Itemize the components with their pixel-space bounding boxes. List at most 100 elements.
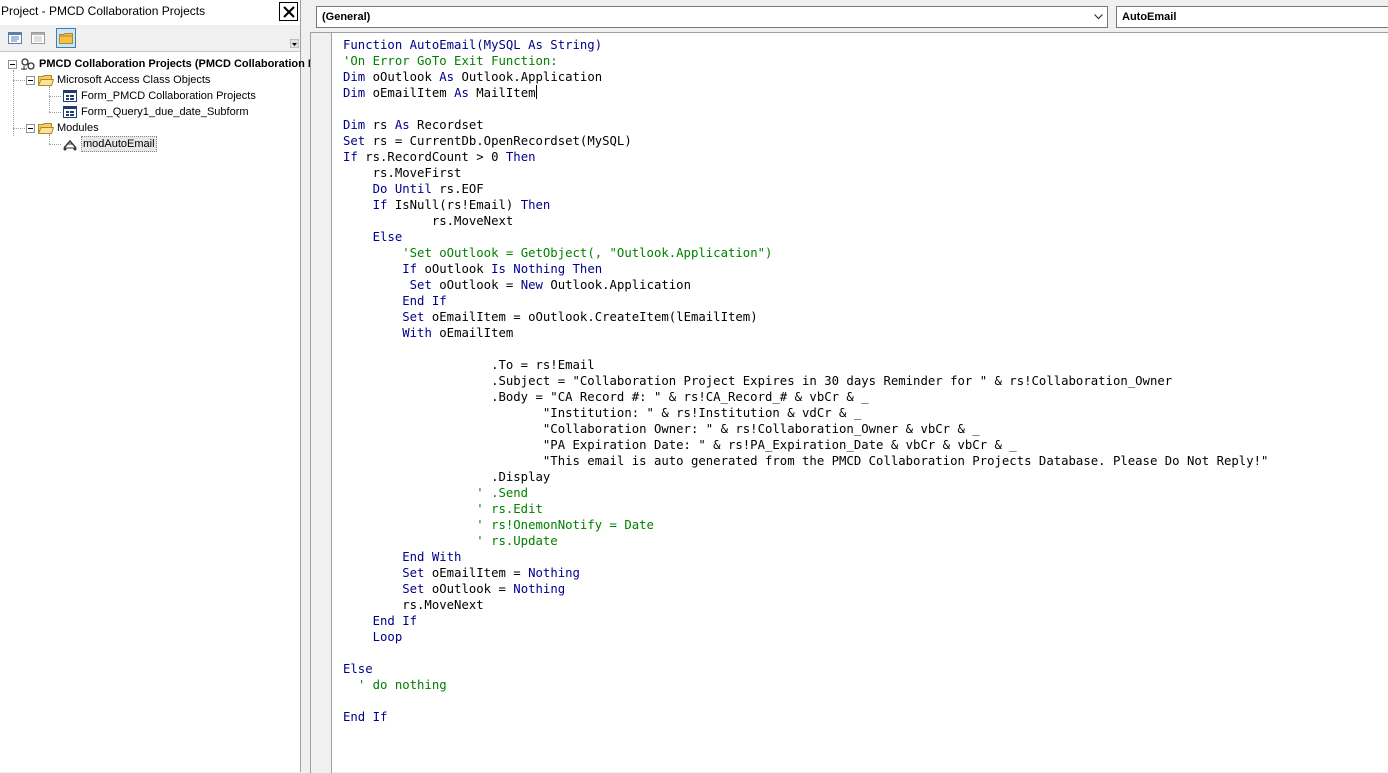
code-editor[interactable]: Function AutoEmail(MySQL As String) 'On E… (310, 32, 1388, 773)
code-line[interactable] (343, 101, 1268, 117)
tree-label-module: modAutoEmail (81, 136, 157, 152)
code-line[interactable]: .To = rs!Email (343, 357, 1268, 373)
tree-connector (49, 86, 50, 112)
close-button[interactable] (279, 2, 298, 21)
code-line[interactable]: rs.MoveNext (343, 597, 1268, 613)
code-line[interactable]: Function AutoEmail(MySQL As String) (343, 37, 1268, 53)
code-line[interactable]: .Display (343, 469, 1268, 485)
code-text: "Collaboration Owner: " & rs!Collaborati… (343, 422, 980, 436)
code-line[interactable]: If oOutlook Is Nothing Then (343, 261, 1268, 277)
code-keyword: Set (409, 278, 432, 292)
toolbar-overflow-arrow-icon[interactable] (290, 39, 299, 48)
code-line[interactable]: 'On Error GoTo Exit Function: (343, 53, 1268, 69)
code-line[interactable]: .Subject = "Collaboration Project Expire… (343, 373, 1268, 389)
code-line[interactable]: End If (343, 709, 1268, 725)
code-line[interactable]: Else (343, 661, 1268, 677)
code-line[interactable]: "This email is auto generated from the P… (343, 453, 1269, 469)
code-line[interactable]: "PA Expiration Date: " & rs!PA_Expiratio… (343, 437, 1268, 453)
code-line[interactable] (343, 341, 1268, 357)
code-keyword: Then (505, 150, 536, 164)
code-text: MailItem (468, 86, 536, 100)
code-line[interactable]: Dim oEmailItem As MailItem (343, 85, 1268, 101)
code-line[interactable]: "Collaboration Owner: " & rs!Collaborati… (343, 421, 1268, 437)
collapse-toggle-icon[interactable] (8, 59, 17, 69)
view-object-button[interactable] (28, 28, 48, 48)
code-line[interactable]: ' rs.Update (343, 533, 1268, 549)
code-text: .Body = "CA Record #: " & rs!CA_Record_#… (343, 390, 869, 404)
code-keyword: End With (402, 550, 462, 564)
tree-label-form: Form_PMCD Collaboration Projects (81, 90, 256, 102)
tree-item-form[interactable]: Form_PMCD Collaboration Projects (62, 88, 256, 104)
code-line[interactable]: If IsNull(rs!Email) Then (343, 197, 1268, 213)
tree-item-project-root[interactable]: PMCD Collaboration Projects (PMCD Collab… (8, 56, 355, 72)
view-code-button[interactable] (5, 28, 25, 48)
code-line[interactable]: Else (343, 229, 1268, 245)
code-text: rs.RecordCount > 0 (357, 150, 506, 164)
code-keyword: Dim (343, 86, 366, 100)
toggle-folders-button[interactable] (56, 28, 76, 48)
object-dropdown[interactable]: (General) (316, 6, 1108, 28)
code-keyword: If (402, 262, 418, 276)
code-line[interactable]: Set oEmailItem = Nothing (343, 565, 1268, 581)
code-line[interactable]: With oEmailItem (343, 325, 1268, 341)
code-line[interactable]: ' .Send (343, 485, 1268, 501)
code-line[interactable]: Loop (343, 629, 1268, 645)
tree-item-class-objects[interactable]: Microsoft Access Class Objects (26, 72, 210, 88)
margin-indicator-bar[interactable] (310, 33, 332, 773)
code-line[interactable]: Do Until rs.EOF (343, 181, 1268, 197)
tree-item-modules[interactable]: Modules (26, 120, 99, 136)
open-folder-icon (38, 121, 54, 135)
code-lines[interactable]: Function AutoEmail(MySQL As String) 'On E… (343, 37, 1268, 725)
code-text: rs (365, 118, 395, 132)
object-dropdown-value: (General) (322, 11, 371, 23)
code-line[interactable]: .Body = "CA Record #: " & rs!CA_Record_#… (343, 389, 1268, 405)
code-line[interactable]: 'Set oOutlook = GetObject(, "Outlook.App… (343, 245, 1268, 261)
code-text: oOutlook = (431, 278, 521, 292)
project-explorer-titlebar: Project - PMCD Collaboration Projects (0, 0, 300, 24)
code-line[interactable]: ' rs!OnemonNotify = Date (343, 517, 1268, 533)
form-icon (62, 105, 78, 119)
collapse-toggle-icon[interactable] (26, 75, 35, 85)
code-line[interactable]: End If (343, 613, 1268, 629)
procedure-dropdown[interactable]: AutoEmail (1116, 6, 1388, 28)
code-line[interactable]: Set oOutlook = Nothing (343, 581, 1268, 597)
code-text: "PA Expiration Date: " & rs!PA_Expiratio… (343, 438, 1017, 452)
code-text: oEmailItem (431, 326, 514, 340)
tree-item-form[interactable]: Form_Query1_due_date_Subform (62, 104, 249, 120)
code-text: "Institution: " & rs!Institution & vdCr … (343, 406, 862, 420)
project-explorer-toolbar (0, 25, 300, 52)
code-line[interactable]: Set oEmailItem = oOutlook.CreateItem(lEm… (343, 309, 1268, 325)
code-line[interactable]: If rs.RecordCount > 0 Then (343, 149, 1268, 165)
code-line[interactable]: rs.MoveNext (343, 213, 1268, 229)
code-line[interactable]: Set oOutlook = New Outlook.Application (343, 277, 1268, 293)
collapse-toggle-icon[interactable] (26, 123, 35, 133)
code-line[interactable]: End With (343, 549, 1268, 565)
code-line[interactable] (343, 693, 1268, 709)
project-explorer-title: Project - PMCD Collaboration Projects (1, 4, 206, 18)
view-code-icon (8, 32, 22, 44)
code-line[interactable]: "Institution: " & rs!Institution & vdCr … (343, 405, 1268, 421)
code-line[interactable]: ' rs.Edit (343, 501, 1268, 517)
code-keyword: As (454, 86, 469, 100)
code-text: .Display (343, 470, 551, 484)
code-line[interactable]: rs.MoveFirst (343, 165, 1268, 181)
code-line[interactable] (343, 645, 1268, 661)
code-comment: 'Set oOutlook = GetObject(, "Outlook.App… (402, 246, 773, 260)
code-line[interactable]: ' do nothing (343, 677, 1268, 693)
code-line[interactable]: Dim rs As Recordset (343, 117, 1268, 133)
code-line[interactable]: Dim oOutlook As Outlook.Application (343, 69, 1268, 85)
object-dropdown-arrow[interactable] (1090, 7, 1107, 27)
code-text: rs = CurrentDb.OpenRecordset(MySQL) (365, 134, 632, 148)
code-line[interactable]: End If (343, 293, 1268, 309)
tree-item-module[interactable]: modAutoEmail (62, 136, 157, 152)
code-line[interactable]: Set rs = CurrentDb.OpenRecordset(MySQL) (343, 133, 1268, 149)
